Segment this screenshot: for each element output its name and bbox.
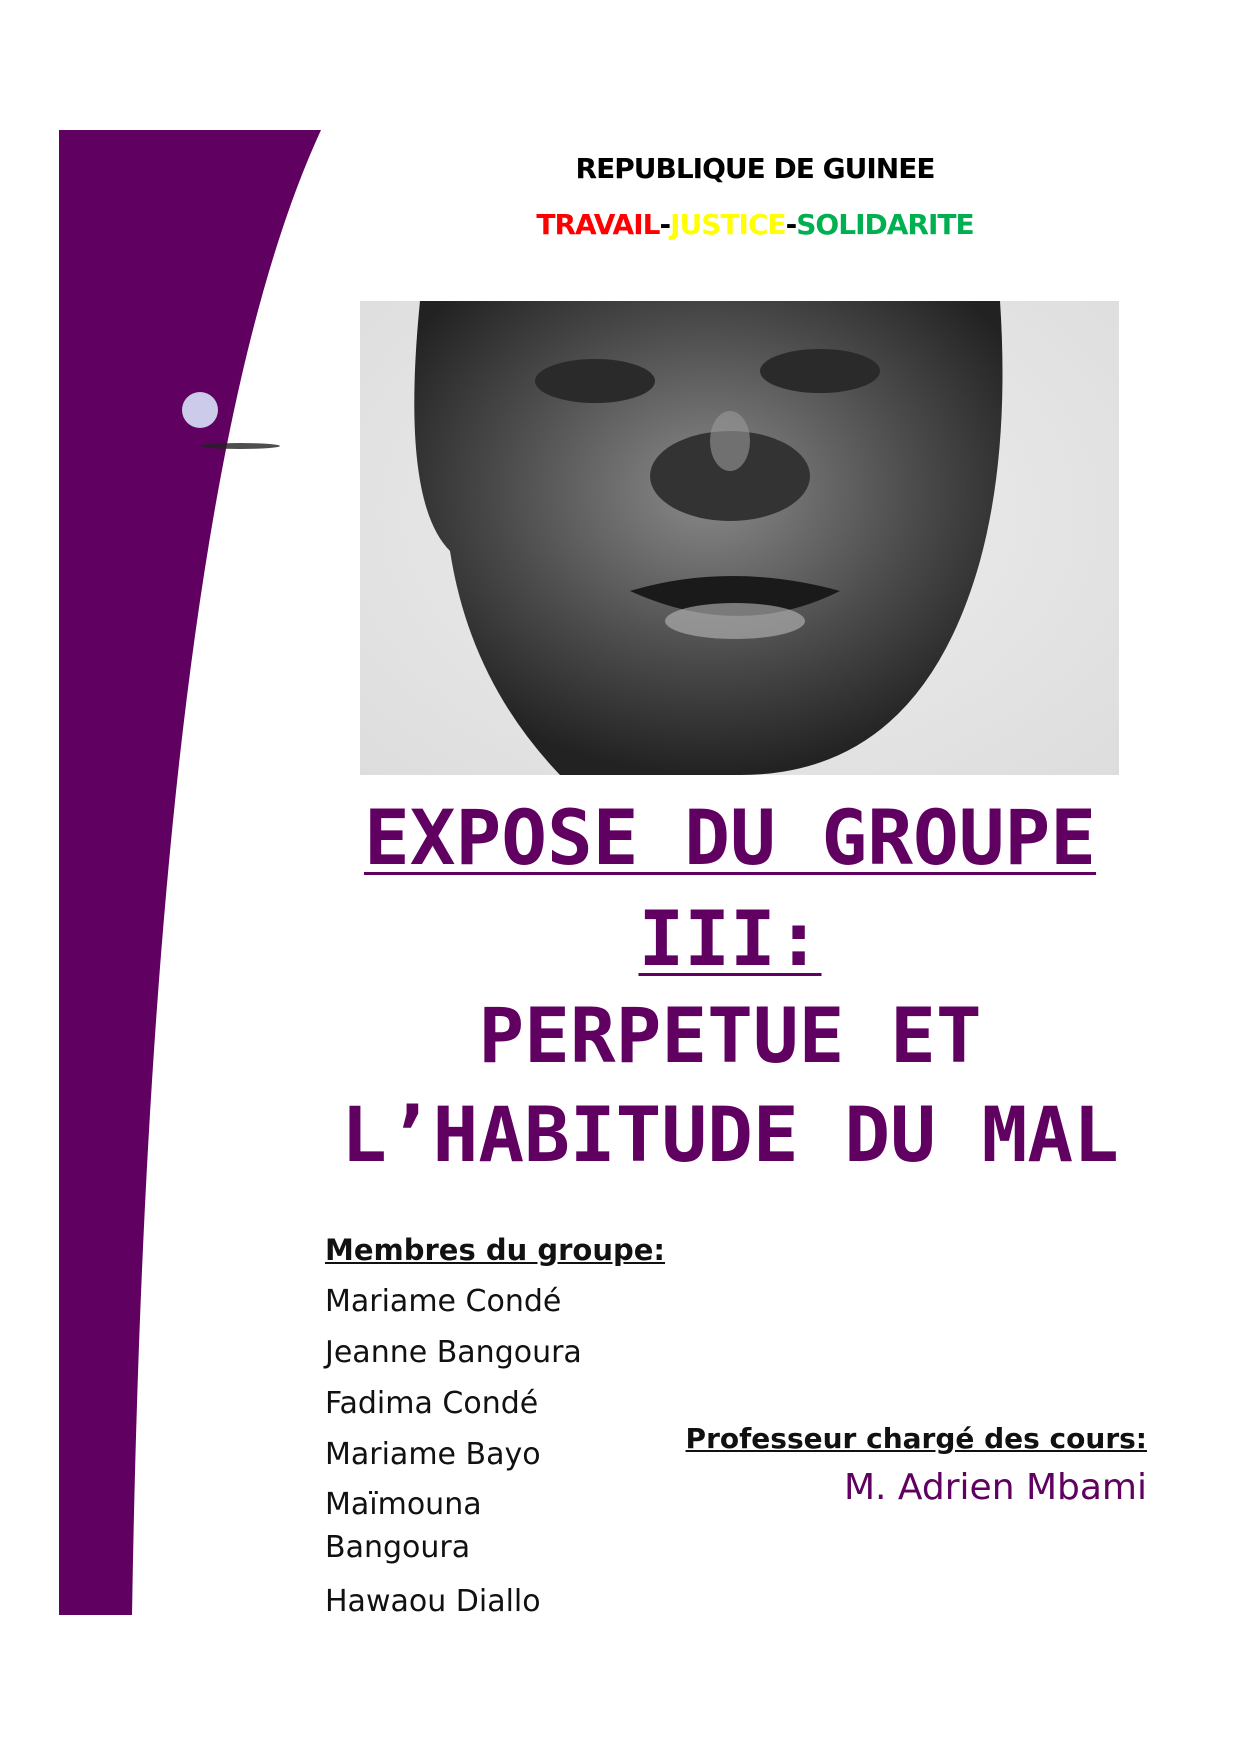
member-name: Bangoura — [325, 1530, 471, 1565]
professor-heading: Professeur chargé des cours: — [685, 1422, 1147, 1455]
motto-separator: - — [785, 208, 798, 241]
motto-travail: TRAVAIL — [536, 208, 660, 241]
title-line-4: L’HABITUDE DU MAL — [341, 1090, 1119, 1179]
member-name: Mariame Bayo — [325, 1437, 541, 1472]
professor-block: Professeur chargé des cours: M. Adrien M… — [686, 1422, 1147, 1508]
members-heading: Membres du groupe: — [325, 1233, 665, 1267]
professor-name: M. Adrien Mbami — [843, 1467, 1147, 1508]
author-portrait-photo — [360, 301, 1119, 775]
member-name: Mariame Condé — [325, 1284, 562, 1319]
national-motto: TRAVAIL-JUSTICE-SOLIDARITE — [400, 208, 1110, 241]
motto-justice: JUSTICE — [670, 208, 787, 241]
country-heading: REPUBLIQUE DE GUINEE — [575, 152, 936, 185]
motto-solidarite: SOLIDARITE — [796, 208, 974, 241]
member-name: Maïmouna — [325, 1487, 482, 1522]
title-line-3: PERPETUE ET — [478, 991, 982, 1080]
decorative-circle-icon — [182, 392, 218, 428]
motto-separator: - — [659, 208, 672, 241]
title-line-2: III: — [638, 894, 822, 983]
title-line-1: EXPOSE DU GROUPE — [363, 793, 1097, 882]
group-members-list: Membres du groupe: Mariame Condé Jeanne … — [325, 1225, 665, 1627]
member-name: Fadima Condé — [325, 1386, 539, 1421]
member-name: Jeanne Bangoura — [325, 1335, 582, 1370]
member-name: Hawaou Diallo — [325, 1584, 541, 1619]
